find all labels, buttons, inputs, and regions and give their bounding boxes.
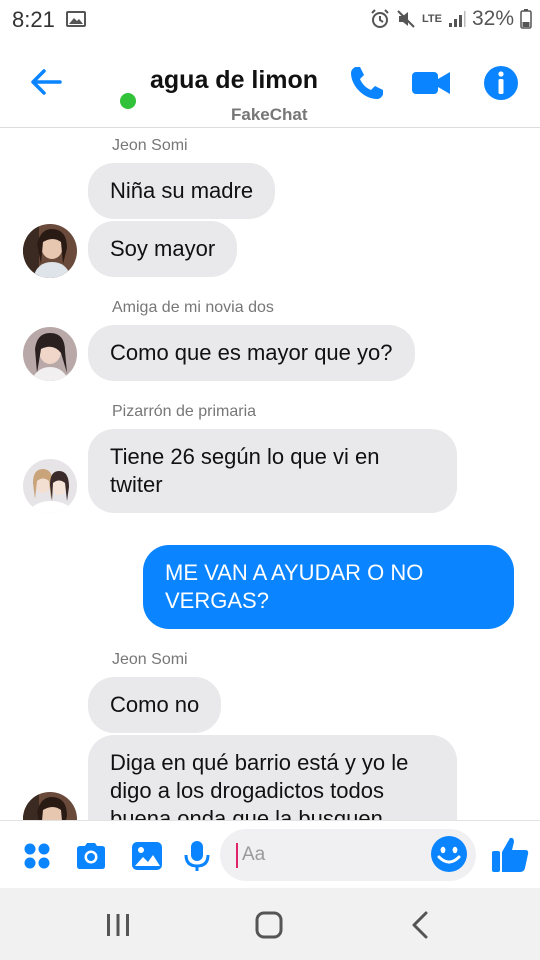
sender-name: Amiga de mi novia dos bbox=[112, 299, 274, 316]
microphone-icon[interactable] bbox=[180, 839, 214, 873]
avatar[interactable] bbox=[23, 459, 77, 513]
back-icon[interactable] bbox=[404, 908, 438, 942]
emoji-icon[interactable] bbox=[430, 835, 468, 873]
chat-header: agua de limon FakeChat bbox=[0, 40, 540, 128]
message-bubble[interactable]: Soy mayor bbox=[88, 221, 238, 277]
avatar[interactable] bbox=[23, 327, 77, 381]
sender-name: Jeon Somi bbox=[112, 137, 188, 154]
status-right: LTE 32% bbox=[370, 6, 532, 32]
avatar[interactable] bbox=[23, 792, 77, 820]
thumbs-up-icon[interactable] bbox=[490, 834, 530, 874]
video-camera-icon[interactable] bbox=[410, 62, 452, 104]
message-bubble[interactable]: Diga en qué barrio está y yo le digo a l… bbox=[88, 735, 457, 820]
status-bar: 8:21 LTE 32% bbox=[0, 0, 540, 40]
info-icon[interactable] bbox=[480, 62, 522, 104]
message-list[interactable]: Jeon Somi Niña su madre Soy mayor Amiga … bbox=[0, 128, 540, 820]
sender-name: Pizarrón de primaria bbox=[112, 403, 257, 420]
chat-subtitle: FakeChat bbox=[231, 105, 308, 124]
message-bubble[interactable]: Como que es mayor que yo? bbox=[88, 325, 415, 381]
gallery-notification-icon bbox=[66, 11, 86, 27]
system-nav-bar bbox=[0, 888, 540, 960]
message-bubble[interactable]: Tiene 26 según lo que vi en twiter bbox=[88, 429, 457, 513]
avatar[interactable] bbox=[23, 224, 77, 278]
camera-icon[interactable] bbox=[74, 839, 108, 873]
sender-name: Jeon Somi bbox=[112, 651, 188, 668]
alarm-icon bbox=[371, 9, 389, 28]
message-input[interactable] bbox=[242, 840, 422, 870]
apps-icon[interactable] bbox=[20, 839, 54, 873]
mute-icon bbox=[397, 10, 415, 28]
recents-icon[interactable] bbox=[101, 908, 135, 942]
signal-icon bbox=[448, 11, 466, 27]
home-icon[interactable] bbox=[252, 908, 286, 942]
message-bubble[interactable]: Niña su madre bbox=[88, 163, 276, 219]
text-cursor bbox=[236, 843, 238, 868]
battery-percent: 32% bbox=[471, 7, 514, 30]
message-bubble[interactable]: Como no bbox=[88, 677, 222, 733]
status-time: 8:21 bbox=[12, 7, 55, 32]
back-arrow-icon[interactable] bbox=[26, 62, 66, 102]
battery-icon bbox=[520, 9, 532, 29]
presence-dot bbox=[120, 93, 136, 109]
chat-title[interactable]: agua de limon bbox=[150, 66, 318, 95]
outgoing-message-bubble[interactable]: ME VAN A AYUDAR O NO VERGAS? bbox=[143, 545, 514, 629]
lte-icon: LTE bbox=[422, 12, 442, 25]
phone-icon[interactable] bbox=[346, 62, 388, 104]
gallery-icon[interactable] bbox=[130, 839, 164, 873]
